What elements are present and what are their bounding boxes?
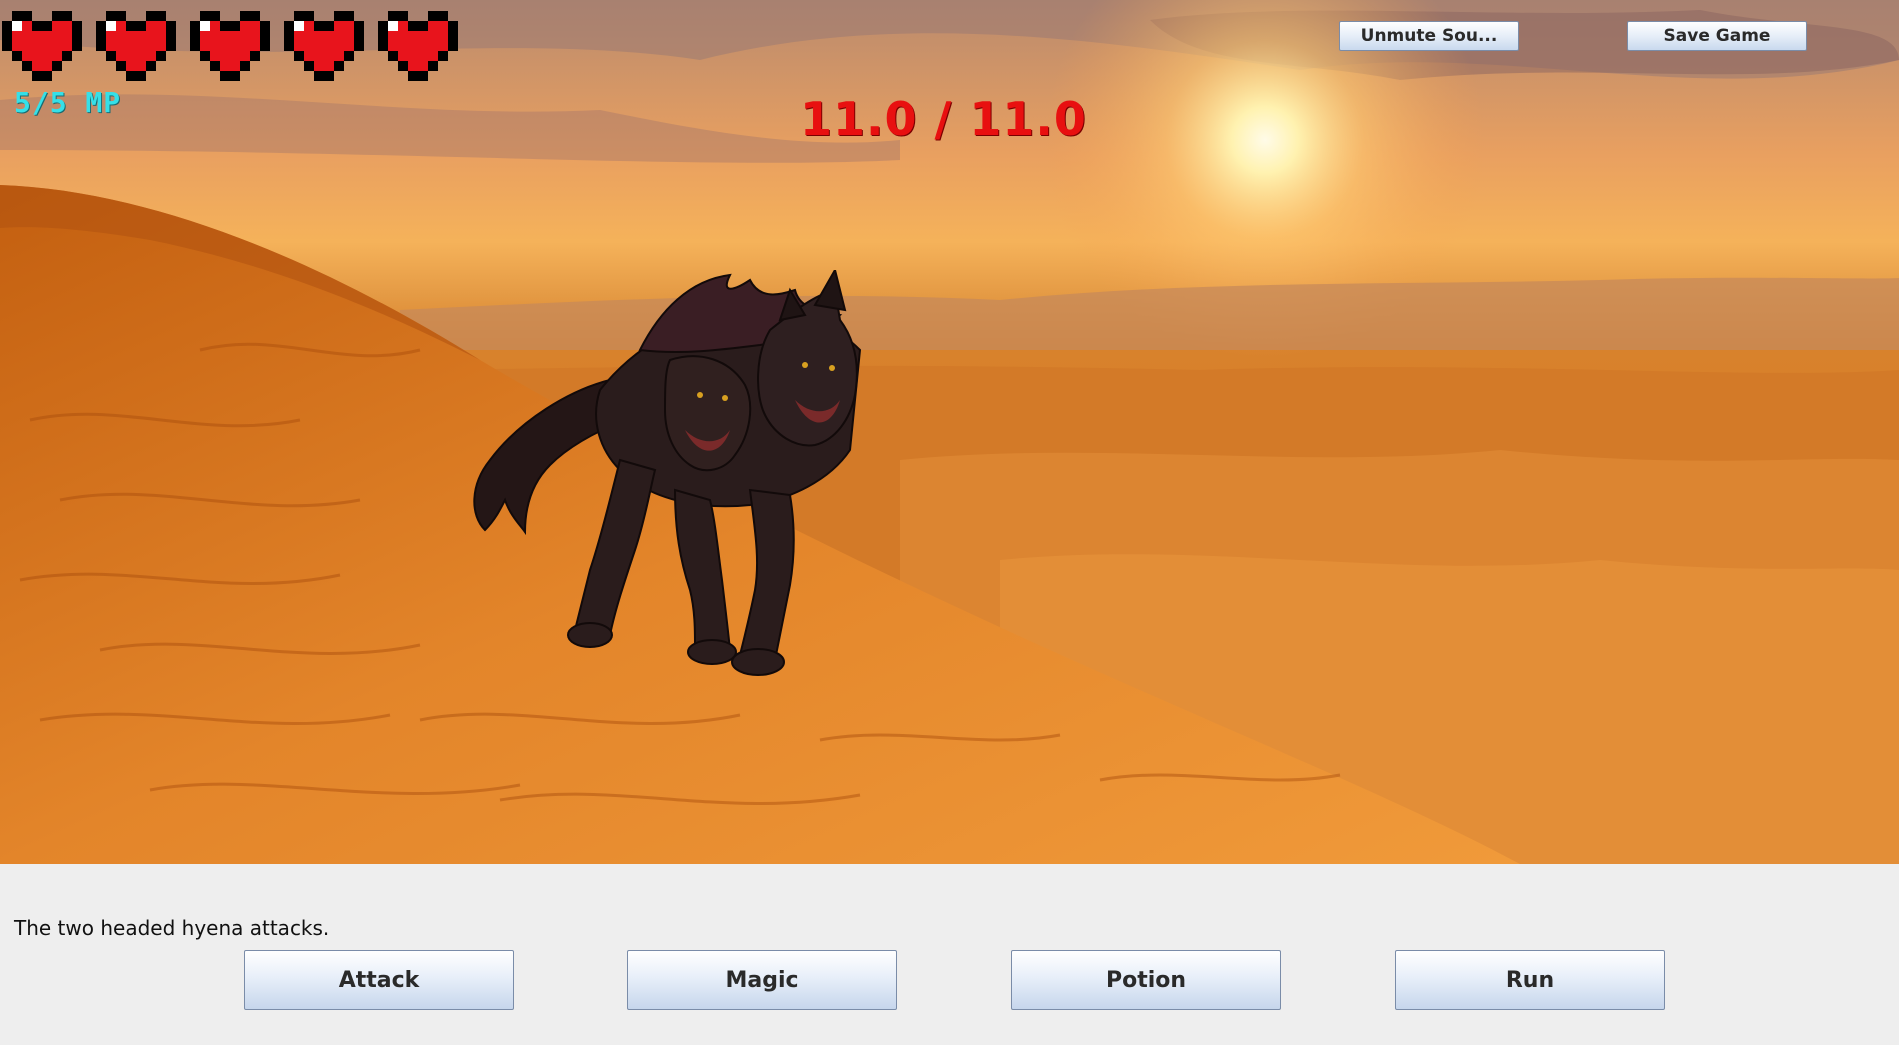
heart-icon	[96, 11, 176, 81]
battle-log-message: The two headed hyena attacks.	[14, 916, 330, 940]
unmute-sound-button[interactable]: Unmute Sou...	[1339, 21, 1519, 51]
two-headed-hyena-sprite	[473, 270, 862, 676]
heart-icon	[2, 11, 82, 81]
battle-scene: 5/5 MP 11.0 / 11.0 Unmute Sou... Save Ga…	[0, 0, 1899, 864]
heart-icon	[190, 11, 270, 81]
attack-button[interactable]: Attack	[244, 950, 514, 1010]
mp-counter: 5/5 MP	[14, 86, 122, 119]
save-game-button[interactable]: Save Game	[1627, 21, 1807, 51]
heart-icon	[284, 11, 364, 81]
potion-button[interactable]: Potion	[1011, 950, 1281, 1010]
enemy-hp-readout: 11.0 / 11.0	[800, 92, 1087, 146]
run-button[interactable]: Run	[1395, 950, 1665, 1010]
heart-icon	[378, 11, 458, 81]
magic-button[interactable]: Magic	[627, 950, 897, 1010]
